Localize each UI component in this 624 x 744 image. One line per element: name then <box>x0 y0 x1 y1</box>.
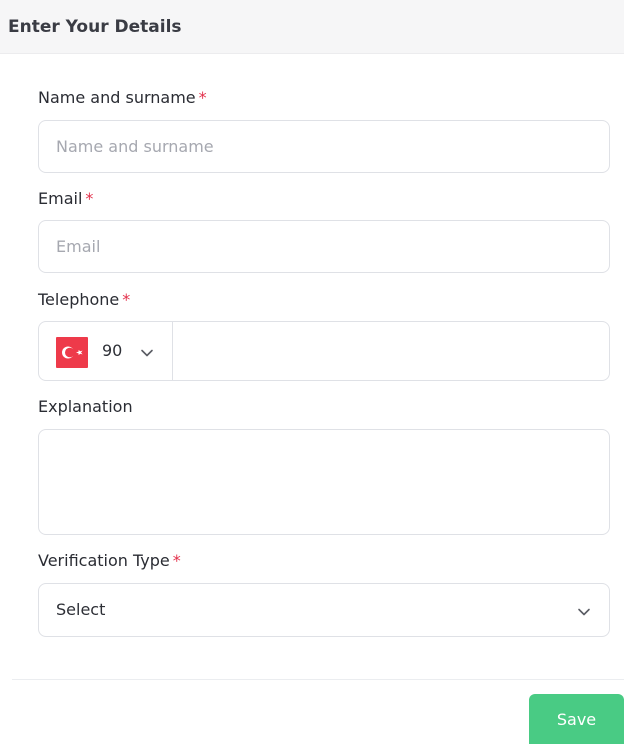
required-marker: * <box>172 551 181 570</box>
required-marker: * <box>85 189 94 208</box>
country-code-select[interactable]: 90 <box>38 321 173 381</box>
telephone-input[interactable] <box>172 321 610 381</box>
turkey-flag-icon <box>56 337 88 368</box>
required-marker: * <box>198 88 207 107</box>
chevron-down-icon <box>577 604 591 623</box>
telephone-label: Telephone * <box>38 290 130 309</box>
email-label-text: Email <box>38 189 83 208</box>
turkey-flag-crescent <box>62 346 83 359</box>
email-label: Email * <box>38 189 93 208</box>
telephone-label-text: Telephone <box>38 290 120 309</box>
dial-code: 90 <box>102 341 123 360</box>
verification-type-label-text: Verification Type <box>38 551 170 570</box>
email-input[interactable] <box>38 220 610 273</box>
save-button[interactable]: Save <box>529 694 624 744</box>
explanation-textarea[interactable] <box>38 429 610 535</box>
verification-type-label: Verification Type * <box>38 551 181 570</box>
verification-type-select[interactable]: Select <box>38 583 610 637</box>
chevron-down-icon <box>140 345 154 364</box>
form-title: Enter Your Details <box>8 17 182 37</box>
required-marker: * <box>122 290 131 309</box>
explanation-label: Explanation <box>38 397 133 416</box>
name-label: Name and surname * <box>38 88 207 107</box>
form-header: Enter Your Details <box>0 0 624 54</box>
footer-divider <box>12 679 624 680</box>
name-input[interactable] <box>38 120 610 173</box>
verification-type-value: Select <box>56 600 106 619</box>
name-label-text: Name and surname <box>38 88 196 107</box>
